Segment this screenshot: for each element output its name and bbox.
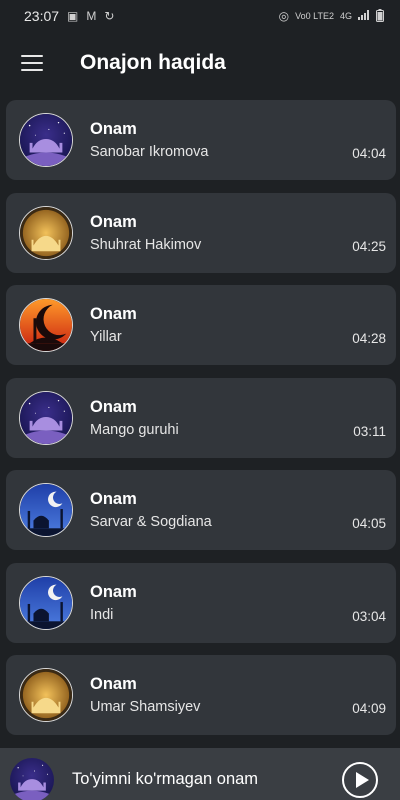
song-list: Onam Sanobar Ikromova 04:04 Onam Shuhrat Hak… <box>6 100 396 748</box>
sync-icon: ↻ <box>104 9 115 23</box>
song-title: Onam <box>90 305 137 323</box>
4g-icon: 4G <box>339 11 352 21</box>
status-time: 23:07 <box>24 8 60 24</box>
song-title: Onam <box>90 582 137 601</box>
song-artist: Indi <box>90 606 114 623</box>
song-card[interactable]: Onam Shuhrat Hakimov 04:25 <box>6 192 396 273</box>
song-artist: Umar Shamsiyev <box>90 699 201 715</box>
volte-icon: Vo0 LTE2 <box>295 11 334 21</box>
app-bar: Onajon haqida <box>0 32 400 94</box>
song-card[interactable]: Onam Indi 03:04 <box>6 562 396 643</box>
song-title: Onam <box>90 490 137 508</box>
mini-player[interactable]: To'yimni ko'rmagan onam <box>0 748 400 800</box>
song-duration: 04:05 <box>352 516 386 531</box>
now-playing-artwork <box>10 758 54 800</box>
album-art <box>19 390 73 445</box>
image-icon: ▣ <box>67 9 79 23</box>
song-duration: 04:09 <box>352 701 386 716</box>
song-duration: 04:04 <box>352 146 386 161</box>
song-artist: Yillar <box>90 329 122 345</box>
song-artist: Shuhrat Hakimov <box>90 236 202 253</box>
album-art <box>19 205 73 260</box>
song-title: Onam <box>90 675 137 693</box>
album-art <box>19 483 73 537</box>
song-duration: 04:25 <box>352 238 386 254</box>
song-artist: Sanobar Ikromova <box>90 144 209 160</box>
hamburger-menu-icon <box>21 55 43 71</box>
song-title: Onam <box>90 397 137 416</box>
menu-button[interactable] <box>4 35 60 91</box>
song-duration: 03:04 <box>352 608 386 624</box>
now-playing-title: To'yimni ko'rmagan onam <box>72 770 259 788</box>
song-artist: Mango guruhi <box>90 421 179 438</box>
song-card[interactable]: Onam Mango guruhi 03:11 <box>6 377 396 458</box>
album-art <box>19 668 73 722</box>
song-title: Onam <box>90 212 137 231</box>
song-card[interactable]: Onam Umar Shamsiyev 04:09 <box>6 655 396 735</box>
album-art <box>19 575 73 630</box>
hotspot-icon: ◎ <box>278 9 290 23</box>
album-art <box>19 113 73 167</box>
gmail-icon: M <box>86 9 97 23</box>
signal-icon <box>358 10 370 22</box>
song-card[interactable]: Onam Yillar 04:28 <box>6 285 396 365</box>
play-circle-icon[interactable] <box>342 762 378 798</box>
page-title: Onajon haqida <box>80 51 226 74</box>
song-card[interactable]: Onam Sarvar & Sogdiana 04:05 <box>6 470 396 550</box>
status-bar: 23:07 ▣ M ↻ ◎ Vo0 LTE2 4G <box>0 0 400 32</box>
song-artist: Sarvar & Sogdiana <box>90 514 212 530</box>
album-art <box>19 298 73 352</box>
song-title: Onam <box>90 120 137 138</box>
song-duration: 04:28 <box>352 331 386 346</box>
song-card[interactable]: Onam Sanobar Ikromova 04:04 <box>6 100 396 180</box>
battery-icon <box>376 8 384 24</box>
song-duration: 03:11 <box>353 423 386 439</box>
